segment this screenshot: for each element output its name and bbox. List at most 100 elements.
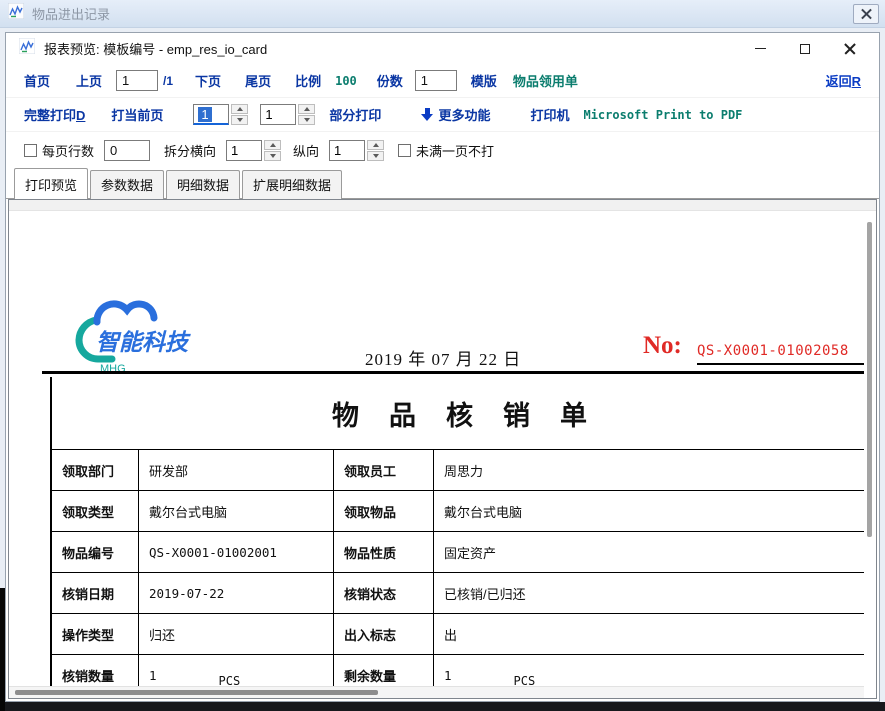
vertical-scrollbar[interactable] [865, 213, 875, 685]
row-value-1: 2019-07-22 [139, 573, 334, 613]
window-titlebar: 报表预览: 模板编号 - emp_res_io_card [6, 33, 879, 64]
row-label-2: 剩余数量 [334, 655, 434, 686]
row-value-2: 出 [434, 614, 864, 654]
outer-window-title: 物品进出记录 [32, 4, 110, 23]
full-print-button[interactable]: 完整打印D [24, 105, 85, 124]
scale-button[interactable]: 比例 [295, 71, 321, 90]
spin-down-icon[interactable] [264, 151, 281, 161]
row-label-1: 操作类型 [52, 614, 139, 654]
unit-label: PCS [219, 674, 241, 686]
prev-page-button[interactable]: 上页 [76, 71, 102, 90]
next-page-button[interactable]: 下页 [195, 71, 221, 90]
close-icon [861, 8, 872, 19]
logo-text: 智能科技 [96, 329, 191, 355]
screen: 物品进出记录 报表预览: 模板编号 - emp_res_io_card 首页 上… [0, 0, 885, 711]
row-label-1: 领取部门 [52, 450, 139, 490]
spin-up-icon[interactable] [264, 140, 281, 150]
spin-up-icon[interactable] [367, 140, 384, 150]
row-value-2: 周思力 [434, 450, 864, 490]
printer-button[interactable]: 打印机 [530, 105, 569, 124]
row-label-2: 核销状态 [334, 573, 434, 613]
row-value-1: 研发部 [139, 450, 334, 490]
company-logo: 智能科技 MHG [66, 290, 206, 382]
tab-extended-detail-data[interactable]: 扩展明细数据 [242, 170, 342, 199]
template-button[interactable]: 模版 [471, 71, 497, 90]
outer-close-button[interactable] [853, 4, 879, 24]
print-from-spinner[interactable]: 1 [193, 104, 248, 125]
report-preview-window: 报表预览: 模板编号 - emp_res_io_card 首页 上页 /1 下页… [5, 32, 880, 702]
spin-up-icon[interactable] [298, 104, 315, 114]
toolbar-print: 完整打印D 打当前页 1 1 部分打印 更多功能 打印 [6, 97, 879, 131]
row-label-1: 核销日期 [52, 573, 139, 613]
row-value-1: QS-X0001-01002001 [139, 532, 334, 572]
unit-label: PCS [514, 674, 536, 686]
return-button[interactable]: 返回R [826, 71, 861, 90]
split-vertical-label: 纵向 [293, 141, 319, 160]
print-current-page-button[interactable]: 打当前页 [111, 105, 163, 124]
spin-down-icon[interactable] [231, 115, 248, 125]
close-button[interactable] [834, 36, 866, 62]
split-horizontal-label: 拆分横向 [164, 141, 216, 160]
row-value-1: 1PCS [139, 655, 334, 686]
maximize-icon [800, 44, 810, 54]
rows-per-page-label: 每页行数 [42, 141, 94, 160]
background-window-edge [0, 588, 5, 711]
skip-partial-page-checkbox[interactable] [398, 144, 411, 157]
table-row: 领取部门研发部领取员工周思力 [52, 450, 864, 491]
template-name: 物品领用单 [513, 71, 578, 90]
row-label-2: 领取物品 [334, 491, 434, 531]
table-row: 核销日期2019-07-22核销状态已核销/已归还 [52, 573, 864, 614]
split-vertical-spinner[interactable]: 1 [329, 140, 384, 161]
document-rows: 领取部门研发部领取员工周思力领取类型戴尔台式电脑领取物品戴尔台式电脑物品编号QS… [52, 450, 864, 686]
report-icon [19, 38, 35, 59]
horizontal-scrollbar[interactable] [9, 686, 864, 698]
header-rule [42, 371, 864, 374]
document-date: 2019 年 07 月 22 日 [365, 345, 521, 370]
toolbar-options: 每页行数 拆分横向 1 纵向 1 未满一页不打 [6, 131, 879, 169]
page-total-label: /1 [163, 74, 173, 88]
more-functions-button[interactable]: 更多功能 [421, 105, 490, 124]
tab-parameter-data[interactable]: 参数数据 [90, 170, 164, 199]
down-arrow-icon [421, 108, 433, 121]
row-label-1: 领取类型 [52, 491, 139, 531]
vertical-scrollbar-thumb[interactable] [867, 222, 872, 537]
tab-print-preview[interactable]: 打印预览 [14, 168, 88, 199]
last-page-button[interactable]: 尾页 [245, 71, 271, 90]
partial-print-button[interactable]: 部分打印 [329, 105, 381, 124]
row-label-2: 领取员工 [334, 450, 434, 490]
horizontal-scrollbar-thumb[interactable] [15, 690, 378, 695]
tab-bar: 打印预览 参数数据 明细数据 扩展明细数据 [6, 169, 879, 199]
app-chart-icon [8, 3, 24, 24]
minimize-button[interactable] [744, 36, 776, 62]
row-label-2: 物品性质 [334, 532, 434, 572]
scale-value: 100 [335, 74, 357, 88]
spin-down-icon[interactable] [298, 115, 315, 125]
row-value-1: 归还 [139, 614, 334, 654]
row-label-1: 物品编号 [52, 532, 139, 572]
row-value-2: 已核销/已归还 [434, 573, 864, 613]
document-no-label: No: [643, 332, 682, 360]
spin-down-icon[interactable] [367, 151, 384, 161]
first-page-button[interactable]: 首页 [24, 71, 50, 90]
row-value-2: 1PCS [434, 655, 864, 686]
spin-up-icon[interactable] [231, 104, 248, 114]
rows-per-page-input[interactable] [104, 140, 150, 161]
split-horizontal-spinner[interactable]: 1 [226, 140, 281, 161]
report-page: 智能科技 MHG 2019 年 07 月 22 日 No: QS-X0001-0… [9, 212, 864, 686]
row-label-1: 核销数量 [52, 655, 139, 686]
row-value-2: 戴尔台式电脑 [434, 491, 864, 531]
document-title: 物品核销单 [52, 377, 864, 450]
copies-input[interactable] [415, 70, 457, 91]
printer-name: Microsoft Print to PDF [583, 108, 742, 122]
rows-per-page-checkbox[interactable] [24, 144, 37, 157]
skip-partial-page-label: 未满一页不打 [416, 141, 494, 160]
minimize-icon [755, 48, 766, 49]
print-to-spinner[interactable]: 1 [260, 104, 315, 125]
tab-detail-data[interactable]: 明细数据 [166, 170, 240, 199]
window-title: 报表预览: 模板编号 - emp_res_io_card [44, 39, 267, 58]
window-controls [744, 36, 879, 62]
page-number-input[interactable] [116, 70, 158, 91]
table-row: 领取类型戴尔台式电脑领取物品戴尔台式电脑 [52, 491, 864, 532]
copies-label: 份数 [377, 71, 403, 90]
maximize-button[interactable] [789, 36, 821, 62]
